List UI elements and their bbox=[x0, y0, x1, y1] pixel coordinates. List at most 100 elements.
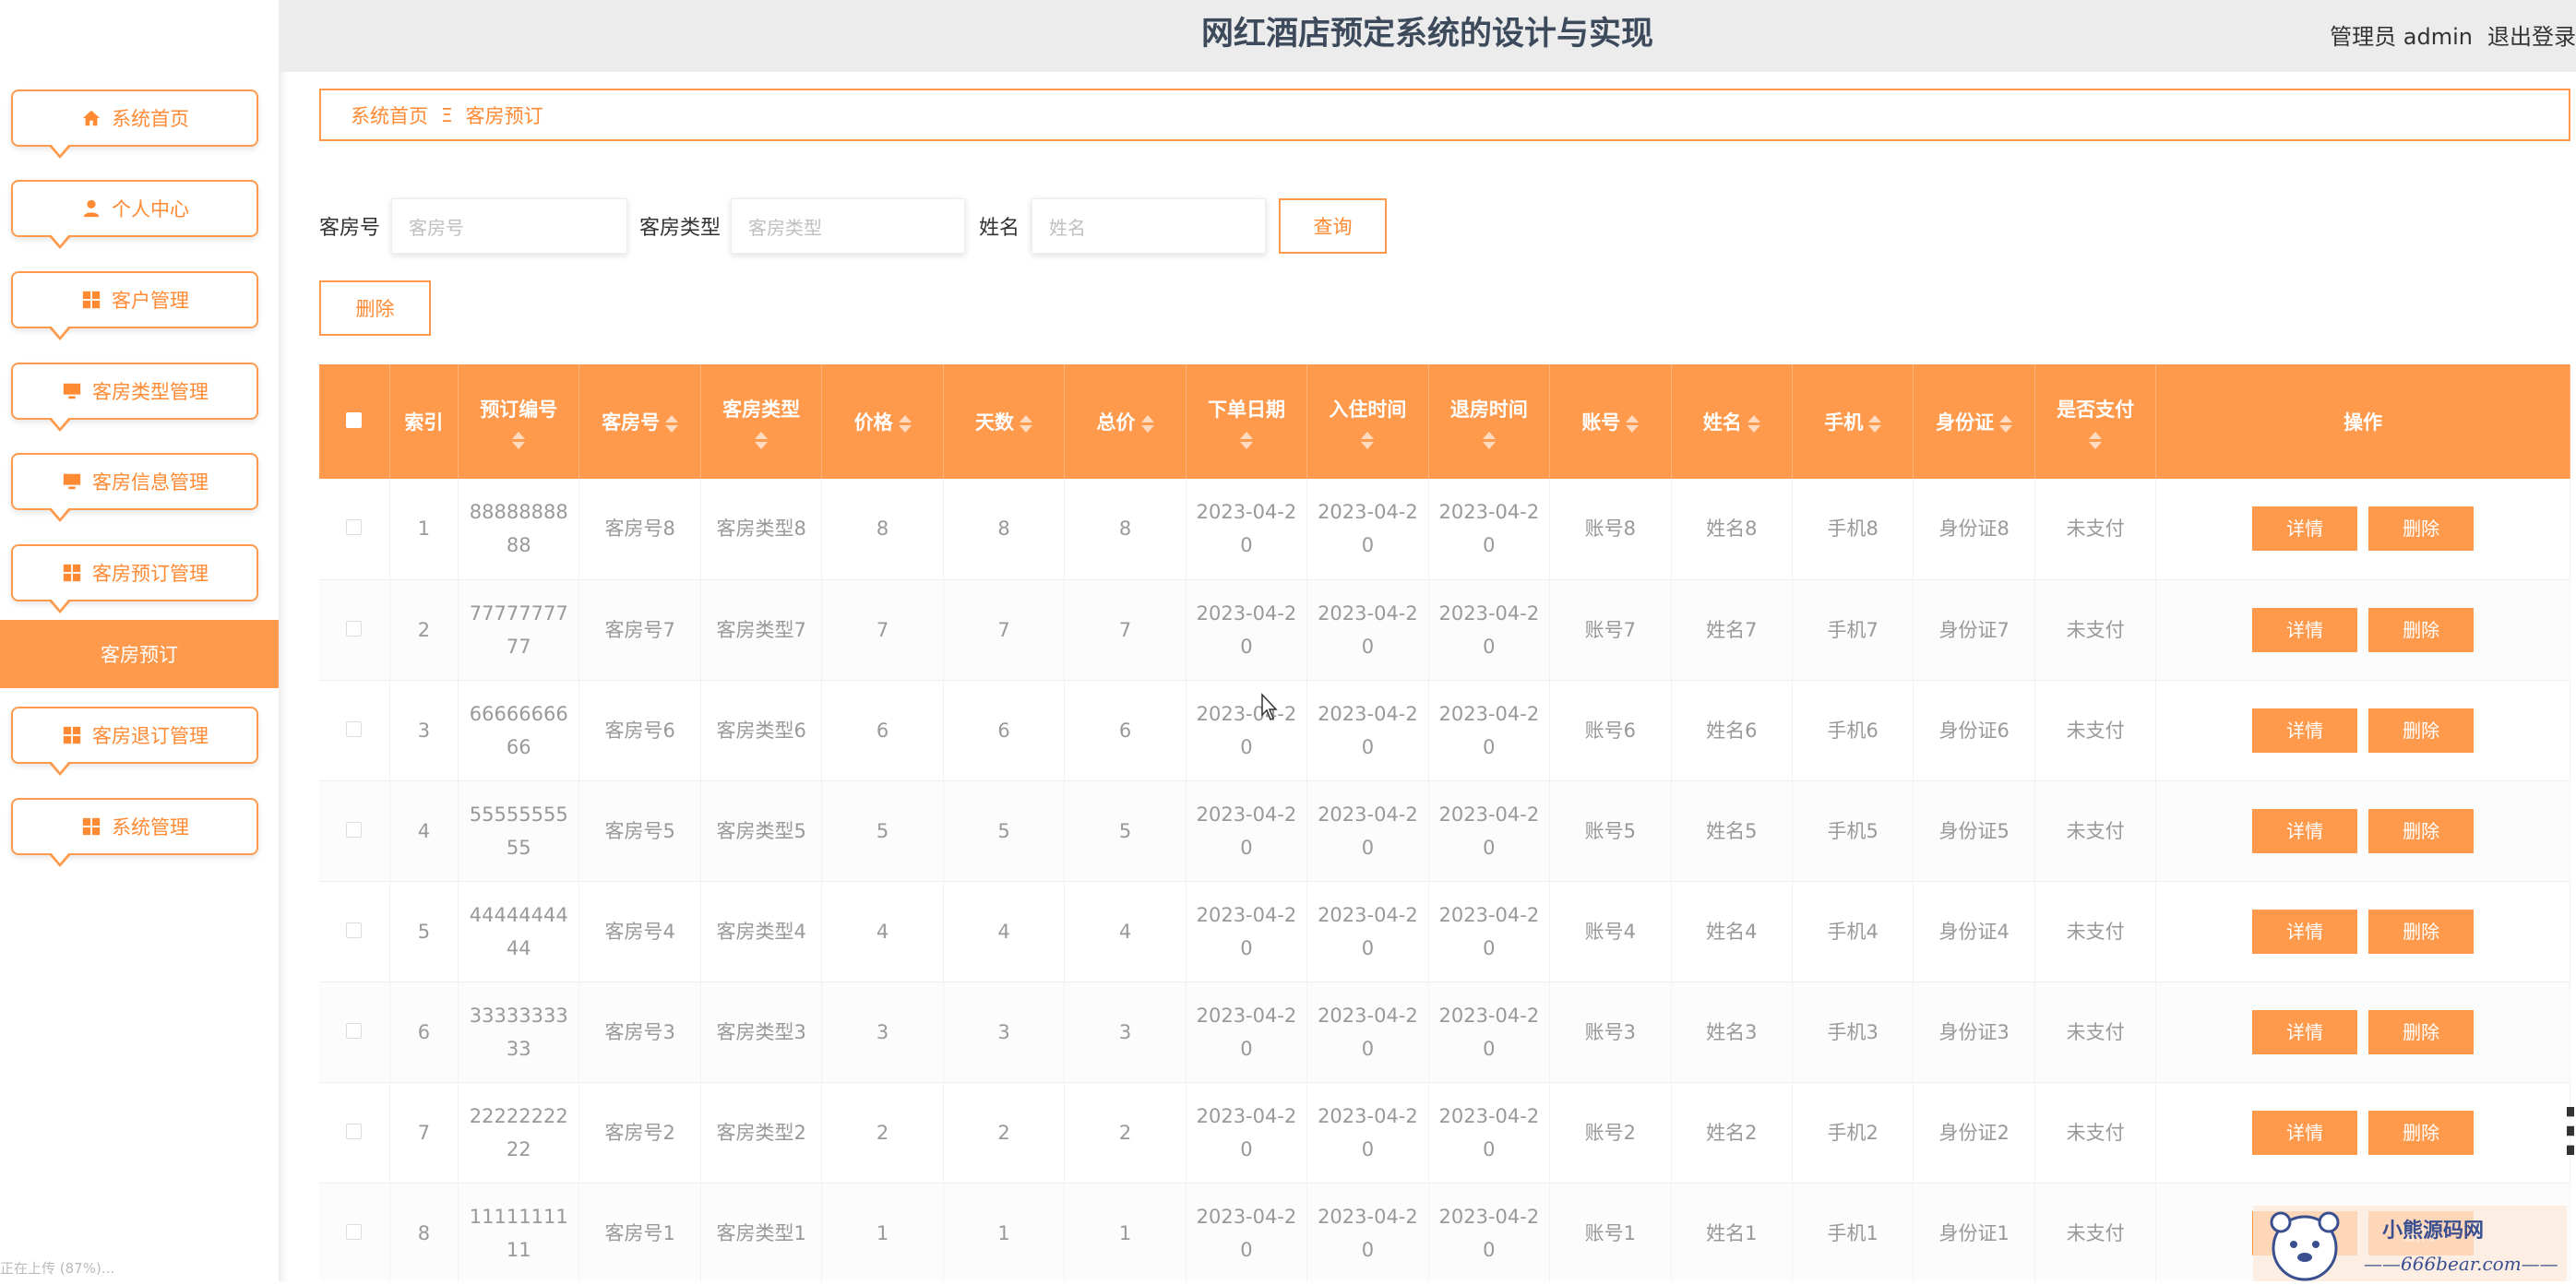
col-paid[interactable]: 是否支付 bbox=[2034, 364, 2157, 479]
sidebar-item-room-info-management[interactable]: 客房信息管理 bbox=[11, 453, 258, 522]
name-input[interactable]: 姓名 bbox=[1032, 198, 1266, 254]
select-all-checkbox[interactable] bbox=[346, 412, 363, 428]
row-select-cell[interactable] bbox=[319, 579, 390, 681]
detail-button[interactable]: 详情 bbox=[2252, 808, 2358, 853]
col-account[interactable]: 账号 bbox=[1549, 364, 1672, 479]
scrollbar-grip-icon[interactable] bbox=[2567, 1107, 2574, 1155]
detail-button[interactable]: 详情 bbox=[2252, 1009, 2358, 1054]
row-select-cell[interactable] bbox=[319, 1082, 390, 1184]
room-no-input[interactable]: 客房号 bbox=[391, 198, 627, 254]
col-days-label: 天数 bbox=[975, 411, 1015, 434]
col-order-date[interactable]: 下单日期 bbox=[1186, 364, 1308, 479]
checkin-cell: 2023-04-20 bbox=[1306, 1183, 1429, 1281]
row-select-cell[interactable] bbox=[319, 1183, 390, 1281]
row-checkbox[interactable] bbox=[346, 1022, 363, 1039]
room-type-cell: 客房类型5 bbox=[700, 780, 823, 882]
sidebar-item-system-management[interactable]: 系统管理 bbox=[11, 798, 258, 867]
row-checkbox[interactable] bbox=[346, 519, 363, 536]
col-account-label: 账号 bbox=[1581, 411, 1621, 434]
sort-icon[interactable] bbox=[1020, 414, 1033, 433]
col-order-no[interactable]: 预订编号 bbox=[458, 364, 580, 479]
delete-button[interactable]: 删除 bbox=[2368, 506, 2475, 552]
sidebar-subitem-room-booking[interactable]: 客房预订 bbox=[0, 620, 279, 688]
breadcrumb-home[interactable]: 系统首页 bbox=[351, 101, 428, 129]
sidebar-item-home[interactable]: 系统首页 bbox=[11, 89, 258, 159]
col-room-no[interactable]: 客房号 bbox=[578, 364, 701, 479]
room-type-input[interactable]: 客房类型 bbox=[731, 198, 965, 254]
sort-icon[interactable] bbox=[1140, 414, 1154, 433]
query-button[interactable]: 查询 bbox=[1279, 198, 1387, 254]
sort-icon[interactable] bbox=[1999, 414, 2013, 433]
price-cell: 3 bbox=[821, 982, 944, 1083]
account-cell: 账号4 bbox=[1549, 881, 1672, 982]
row-checkbox[interactable] bbox=[346, 821, 363, 838]
sidebar-item-room-cancel-management[interactable]: 客房退订管理 bbox=[11, 707, 258, 776]
room-no-cell: 客房号4 bbox=[578, 881, 701, 982]
index-cell: 5 bbox=[389, 881, 459, 982]
sort-icon[interactable] bbox=[755, 431, 769, 449]
row-select-cell[interactable] bbox=[319, 479, 390, 580]
sort-icon[interactable] bbox=[1868, 414, 1882, 433]
checkout-cell: 2023-04-20 bbox=[1428, 680, 1551, 781]
id-card-cell: 身份证8 bbox=[1913, 479, 2035, 580]
sort-icon[interactable] bbox=[1239, 431, 1253, 449]
sidebar-item-personal-center[interactable]: 个人中心 bbox=[11, 180, 258, 249]
row-select-cell[interactable] bbox=[319, 680, 390, 781]
row-checkbox[interactable] bbox=[346, 720, 363, 737]
page-title: 网红酒店预定系统的设计与实现 bbox=[1200, 16, 1653, 53]
delete-button[interactable]: 删除 bbox=[2368, 607, 2475, 652]
col-id-card[interactable]: 身份证 bbox=[1913, 364, 2035, 479]
days-cell: 7 bbox=[943, 579, 1066, 681]
detail-button[interactable]: 详情 bbox=[2252, 1110, 2358, 1155]
row-checkbox[interactable] bbox=[346, 1123, 363, 1139]
row-select-cell[interactable] bbox=[319, 982, 390, 1083]
delete-button[interactable]: 删除 bbox=[2368, 1110, 2475, 1155]
row-select-cell[interactable] bbox=[319, 780, 390, 882]
sidebar-item-customer-management[interactable]: 客户管理 bbox=[11, 271, 258, 340]
room-type-cell: 客房类型7 bbox=[700, 579, 823, 681]
row-checkbox[interactable] bbox=[346, 620, 363, 637]
col-days[interactable]: 天数 bbox=[943, 364, 1066, 479]
col-checkout[interactable]: 退房时间 bbox=[1428, 364, 1551, 479]
sort-icon[interactable] bbox=[898, 414, 912, 433]
col-price[interactable]: 价格 bbox=[821, 364, 944, 479]
sort-icon[interactable] bbox=[665, 414, 679, 433]
col-name[interactable]: 姓名 bbox=[1671, 364, 1794, 479]
row-select-cell[interactable] bbox=[319, 881, 390, 982]
detail-button[interactable]: 详情 bbox=[2252, 708, 2358, 753]
name-label: 姓名 bbox=[979, 217, 1020, 240]
room-no-cell: 客房号5 bbox=[578, 780, 701, 882]
logout-link[interactable]: 退出登录 bbox=[2487, 24, 2576, 50]
sort-icon[interactable] bbox=[2089, 431, 2103, 449]
sidebar-item-room-booking-management[interactable]: 客房预订管理 bbox=[11, 544, 258, 613]
batch-delete-button[interactable]: 删除 bbox=[319, 280, 431, 336]
sidebar-item-room-type-management[interactable]: 客房类型管理 bbox=[11, 363, 258, 432]
detail-button[interactable]: 详情 bbox=[2252, 607, 2358, 652]
svg-text:——666bear.com——: ——666bear.com—— bbox=[2364, 1253, 2558, 1275]
delete-button[interactable]: 删除 bbox=[2368, 708, 2475, 753]
sort-icon[interactable] bbox=[1361, 431, 1375, 449]
sidebar-subitem-label: 客房预订 bbox=[101, 644, 178, 666]
room-type-cell: 客房类型1 bbox=[700, 1183, 823, 1281]
col-total[interactable]: 总价 bbox=[1064, 364, 1187, 479]
detail-button[interactable]: 详情 bbox=[2252, 909, 2358, 954]
delete-button[interactable]: 删除 bbox=[2368, 1009, 2475, 1054]
col-room-type[interactable]: 客房类型 bbox=[700, 364, 823, 479]
sort-icon[interactable] bbox=[1747, 414, 1760, 433]
row-checkbox[interactable] bbox=[346, 922, 363, 938]
col-phone[interactable]: 手机 bbox=[1792, 364, 1914, 479]
days-cell: 1 bbox=[943, 1183, 1066, 1281]
order-date-cell: 2023-04-20 bbox=[1186, 479, 1308, 580]
row-checkbox[interactable] bbox=[346, 1223, 363, 1240]
select-all-cell[interactable] bbox=[319, 364, 390, 479]
sort-icon[interactable] bbox=[512, 431, 526, 449]
detail-button[interactable]: 详情 bbox=[2252, 506, 2358, 552]
col-checkin[interactable]: 入住时间 bbox=[1306, 364, 1429, 479]
col-paid-label: 是否支付 bbox=[2057, 398, 2135, 421]
delete-button[interactable]: 删除 bbox=[2368, 909, 2475, 954]
id-card-cell: 身份证7 bbox=[1913, 579, 2035, 681]
delete-button[interactable]: 删除 bbox=[2368, 808, 2475, 853]
days-cell: 8 bbox=[943, 479, 1066, 580]
sort-icon[interactable] bbox=[1626, 414, 1640, 433]
sort-icon[interactable] bbox=[1482, 431, 1496, 449]
